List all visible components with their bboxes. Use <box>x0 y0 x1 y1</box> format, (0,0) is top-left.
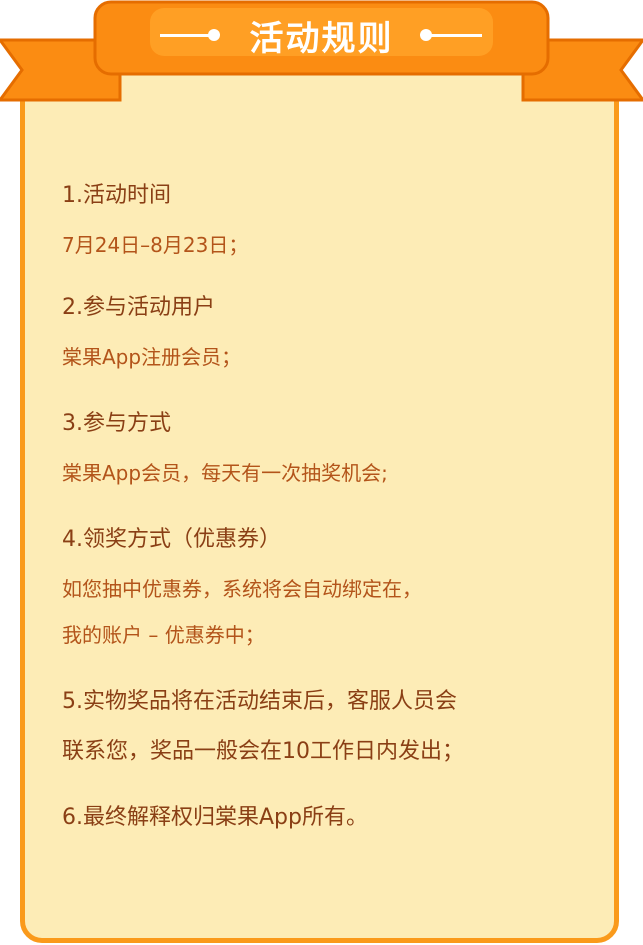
title-left-dot <box>208 29 220 41</box>
rule-1-body: 7月24日–8月23日； <box>62 233 249 257</box>
rule-3-body: 棠果App会员，每天有一次抽奖机会; <box>62 461 388 485</box>
rule-2-title: 2.参与活动用户 <box>62 295 215 320</box>
title-left-line <box>160 34 212 37</box>
rule-5-body: 联系您，奖品一般会在10工作日内发出； <box>62 739 464 764</box>
rule-4-body-line-1: 如您抽中优惠券，系统将会自动绑定在， <box>62 577 422 601</box>
rule-3-title: 3.参与方式 <box>62 411 171 436</box>
rule-4-body-line-2: 我的账户 – 优惠券中； <box>62 623 265 647</box>
rule-1-title: 1.活动时间 <box>62 183 171 208</box>
title-right-line <box>430 34 482 37</box>
rule-5-title: 5.实物奖品将在活动结束后，客服人员会 <box>62 689 457 714</box>
rule-6-title: 6.最终解释权归棠果App所有。 <box>62 805 368 830</box>
rule-2-body: 棠果App注册会员； <box>62 345 242 369</box>
rule-4-title: 4.领奖方式（优惠券） <box>62 527 281 552</box>
